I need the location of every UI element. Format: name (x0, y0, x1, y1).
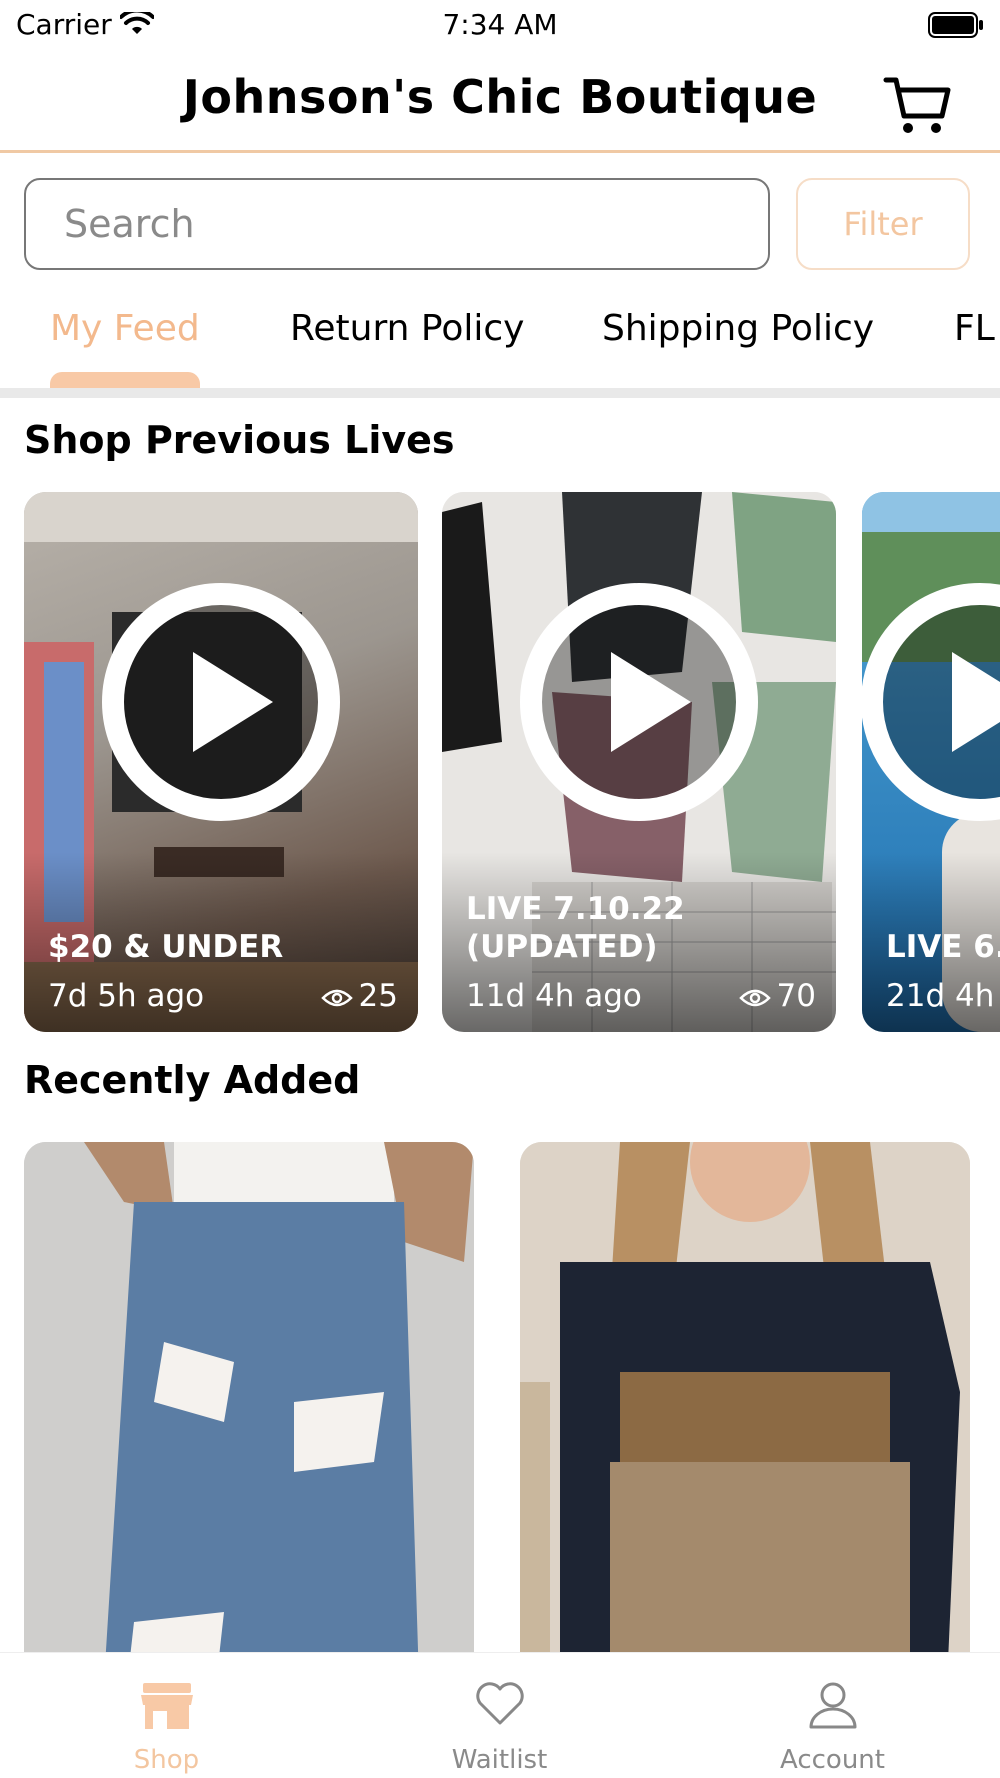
live-name: $20 & UNDER (48, 929, 284, 965)
heart-icon (475, 1682, 524, 1725)
section-title-recently-added: Recently Added (24, 1058, 361, 1102)
tabs-divider (0, 388, 1000, 398)
tab-shipping-policy[interactable]: Shipping Policy (602, 308, 874, 349)
live-name: LIVE 6. (886, 929, 1000, 965)
live-card[interactable]: $20 & UNDER 7d 5h ago 25 (24, 492, 418, 1032)
nav-waitlist[interactable]: Waitlist (333, 1653, 666, 1778)
nav-shop[interactable]: Shop (0, 1653, 333, 1778)
active-tab-indicator (50, 372, 200, 388)
status-bar: Carrier 7:34 AM (0, 0, 1000, 50)
live-ago: 7d 5h ago (48, 978, 205, 1014)
live-card[interactable]: LIVE 6. 21d 4h (862, 492, 1000, 1032)
play-icon[interactable] (862, 582, 1000, 822)
views-count: 25 (358, 978, 398, 1014)
live-name: LIVE 7.10.22 (UPDATED) (466, 891, 685, 965)
filter-button[interactable]: Filter (796, 178, 970, 270)
battery-icon (928, 12, 984, 45)
live-ago: 21d 4h (886, 978, 995, 1014)
nav-label: Account (780, 1745, 885, 1775)
live-views: 70 (738, 978, 816, 1014)
tab-my-feed[interactable]: My Feed (50, 308, 200, 349)
search-input[interactable] (26, 180, 768, 268)
nav-account[interactable]: Account (666, 1653, 999, 1778)
nav-label: Shop (133, 1745, 200, 1775)
play-icon[interactable] (101, 582, 341, 822)
person-icon (809, 1682, 856, 1729)
header-divider (0, 150, 1000, 153)
section-title-previous-lives: Shop Previous Lives (24, 418, 455, 462)
store-title: Johnson's Chic Boutique (182, 70, 818, 124)
status-time: 7:34 AM (442, 8, 558, 41)
app-header: Johnson's Chic Boutique (0, 52, 1000, 148)
tab-return-policy[interactable]: Return Policy (290, 308, 524, 349)
live-card[interactable]: LIVE 7.10.22 (UPDATED) 11d 4h ago 70 (442, 492, 836, 1032)
bottom-nav: Shop Waitlist Account (0, 1652, 1000, 1778)
nav-label: Waitlist (451, 1745, 548, 1775)
live-views: 25 (320, 978, 398, 1014)
store-icon (140, 1683, 193, 1729)
play-icon[interactable] (519, 582, 759, 822)
eye-icon (738, 989, 771, 1006)
live-ago: 11d 4h ago (466, 978, 642, 1014)
tab-fl[interactable]: FL (954, 308, 995, 349)
search-box[interactable] (24, 178, 770, 270)
eye-icon (320, 989, 353, 1006)
views-count: 70 (776, 978, 816, 1014)
app-frame: Carrier 7:34 AM Johnson's Chic Boutique (0, 0, 1000, 1778)
cart-icon[interactable] (882, 70, 952, 140)
